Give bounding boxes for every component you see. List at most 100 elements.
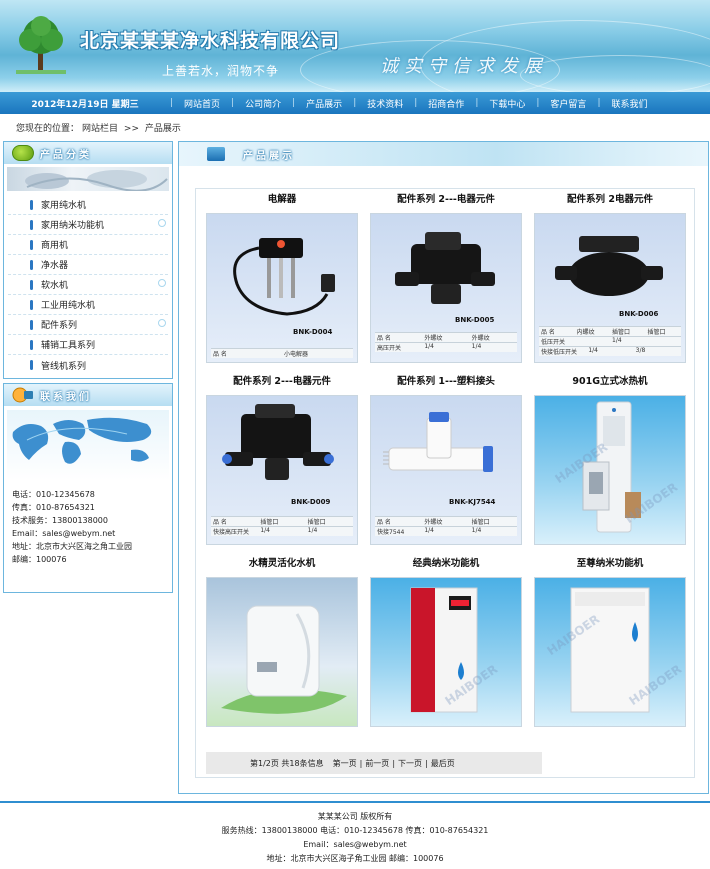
product-image[interactable]: BNK-D004 品 名 小电解器: [206, 213, 358, 363]
contact-email[interactable]: Email：sales@webym.net: [12, 527, 164, 540]
product-card[interactable]: 配件系列 2电器元件 BNK-D006 品 名 内螺纹 插管口 插管口 低压开关…: [534, 193, 686, 363]
pagination-next[interactable]: 下一页: [398, 758, 422, 769]
product-model: BNK-D009: [291, 498, 331, 506]
product-model: BNK-D006: [619, 310, 659, 318]
contact-icon: [12, 387, 33, 403]
water-ripple: [520, 55, 710, 92]
product-name[interactable]: 水精灵活化水机: [206, 557, 358, 571]
category-item[interactable]: 软水机: [8, 275, 168, 295]
product-name[interactable]: 901G立式冰热机: [534, 375, 686, 389]
category-label: 家用纯水机: [41, 201, 87, 211]
company-slogan: 上善若水，润物不争: [162, 64, 280, 78]
spec-cell: 1/4: [307, 527, 318, 534]
pagination-separator: |: [392, 758, 396, 768]
breadcrumb-root[interactable]: 网站栏目: [82, 124, 118, 134]
spec-cell: 高压开关: [377, 345, 402, 352]
product-model: BNK-KJ7544: [449, 498, 496, 506]
contact-panel: 联系我们 电话：010-12345678 传真：010-87654321 技术服…: [3, 383, 173, 593]
contact-info: 电话：010-12345678 传真：010-87654321 技术服务：138…: [4, 484, 172, 574]
product-name[interactable]: 至尊纳米功能机: [534, 557, 686, 571]
nav-item-partner[interactable]: 招商合作: [417, 97, 475, 110]
spec-row: 高压开关 1/4 1/4: [375, 342, 517, 352]
nav-item-tech[interactable]: 技术资料: [356, 97, 414, 110]
spec-cell: 品 名: [213, 519, 227, 526]
category-label: 辅销工具系列: [41, 341, 96, 351]
product-card[interactable]: 水精灵活化水机: [206, 557, 358, 727]
footer-email[interactable]: Email：sales@webym.net: [0, 838, 710, 852]
nav-item-message[interactable]: 客户留言: [539, 97, 597, 110]
category-item[interactable]: 商用机: [8, 235, 168, 255]
product-image[interactable]: [206, 577, 358, 727]
contact-service: 技术服务：13800138000: [12, 516, 108, 525]
spec-cell: 1/4: [612, 337, 622, 344]
category-banner-image: [7, 167, 169, 191]
cup-icon: [207, 147, 225, 161]
breadcrumb: 您现在的位置： 网站栏目 >> 产品展示: [16, 121, 184, 134]
toggle-badge-icon: [12, 145, 34, 161]
bullet-icon: [30, 339, 33, 350]
bullet-icon: [30, 219, 33, 230]
spec-cell: 插管口: [260, 519, 279, 526]
nav-item-contact[interactable]: 联系我们: [600, 97, 658, 110]
spec-cell: 品 名: [377, 519, 391, 526]
spec-cell: 外螺纹: [424, 519, 443, 526]
water-splash-icon: [25, 170, 168, 191]
product-image[interactable]: HAIBOER HAIBOER: [534, 577, 686, 727]
product-image[interactable]: BNK-D009 品 名 插管口 插管口 快接高压开关 1/4 1/4: [206, 395, 358, 545]
nav-item-about[interactable]: 公司简介: [234, 97, 292, 110]
product-card[interactable]: 配件系列 2---电器元件 BNK-D005 品 名 外螺纹 外螺纹 高压开关 …: [370, 193, 522, 363]
spec-row: 低压开关 1/4: [539, 336, 681, 346]
breadcrumb-current[interactable]: 产品展示: [145, 124, 181, 134]
spec-cell: 快接7544: [377, 529, 405, 536]
pagination-info: 第1/2页 共18条信息: [250, 758, 324, 768]
category-item[interactable]: 家用纯水机: [8, 195, 168, 215]
nav-item-home[interactable]: 网站首页: [173, 97, 231, 110]
product-image[interactable]: HAIBOER: [370, 577, 522, 727]
product-panel: 产品展示 电解器 BNK-D004 品 名 小电解器 配件系列 2---电器元件…: [178, 141, 709, 794]
pagination-last[interactable]: 最后页: [431, 758, 455, 769]
category-label: 管线机系列: [41, 361, 87, 372]
product-name[interactable]: 电解器: [206, 193, 358, 207]
pagination-prev[interactable]: 前一页: [365, 758, 389, 769]
product-name[interactable]: 配件系列 2电器元件: [534, 193, 686, 207]
product-card[interactable]: 配件系列 2---电器元件 BNK-D009 品 名 插管口 插管口 快接高压开…: [206, 375, 358, 545]
category-item[interactable]: 配件系列: [8, 315, 168, 335]
pagination-first[interactable]: 第一页: [333, 758, 357, 769]
contact-panel-header: 联系我们: [4, 384, 172, 406]
spec-row: 品 名 外螺纹 外螺纹: [375, 332, 517, 342]
product-name[interactable]: 配件系列 2---电器元件: [370, 193, 522, 207]
product-image[interactable]: BNK-D006 品 名 内螺纹 插管口 插管口 低压开关 1/4 快接低压开关…: [534, 213, 686, 363]
category-item[interactable]: 净水器: [8, 255, 168, 275]
product-card[interactable]: 配件系列 1---塑料接头 BNK-KJ7544 品 名 外螺纹 插管口 快接7…: [370, 375, 522, 545]
category-item[interactable]: 辅销工具系列: [8, 335, 168, 355]
pagination-separator: |: [359, 758, 363, 768]
product-image[interactable]: BNK-D005 品 名 外螺纹 外螺纹 高压开关 1/4 1/4: [370, 213, 522, 363]
spec-cell: 1/4: [424, 343, 434, 350]
category-item[interactable]: 工业用纯水机: [8, 295, 168, 315]
category-item[interactable]: 管线机系列: [8, 355, 168, 375]
plastic-fitting-icon: [383, 412, 493, 472]
product-grid-frame: 电解器 BNK-D004 品 名 小电解器 配件系列 2---电器元件 BNK-…: [195, 188, 695, 778]
category-label: 工业用纯水机: [41, 301, 96, 311]
category-label: 软水机: [41, 281, 69, 291]
category-item[interactable]: 家用纳米功能机: [8, 215, 168, 235]
product-card[interactable]: 经典纳米功能机 HAIBOER: [370, 557, 522, 727]
spec-cell: 外螺纹: [424, 335, 443, 342]
product-name[interactable]: 经典纳米功能机: [370, 557, 522, 571]
nav-item-download[interactable]: 下载中心: [478, 97, 536, 110]
product-image[interactable]: HAIBOER HAIBOER: [534, 395, 686, 545]
spec-row: 快接7544 1/4 1/4: [375, 526, 517, 536]
product-name[interactable]: 配件系列 1---塑料接头: [370, 375, 522, 389]
product-card[interactable]: 至尊纳米功能机 HAIBOER HAIBOER: [534, 557, 686, 727]
pagination-separator: |: [425, 758, 428, 768]
pressure-switch-icon: [395, 232, 495, 304]
breadcrumb-prefix: 您现在的位置：: [16, 124, 80, 134]
category-label: 净水器: [41, 261, 69, 271]
product-card[interactable]: 901G立式冰热机 HAIBOER HAIBOER: [534, 375, 686, 545]
bubble-icon: [158, 319, 166, 327]
nav-item-products[interactable]: 产品展示: [295, 97, 353, 110]
product-card[interactable]: 电解器 BNK-D004 品 名 小电解器: [206, 193, 358, 363]
bullet-icon: [30, 199, 33, 210]
product-image[interactable]: BNK-KJ7544 品 名 外螺纹 插管口 快接7544 1/4 1/4: [370, 395, 522, 545]
product-name[interactable]: 配件系列 2---电器元件: [206, 375, 358, 389]
